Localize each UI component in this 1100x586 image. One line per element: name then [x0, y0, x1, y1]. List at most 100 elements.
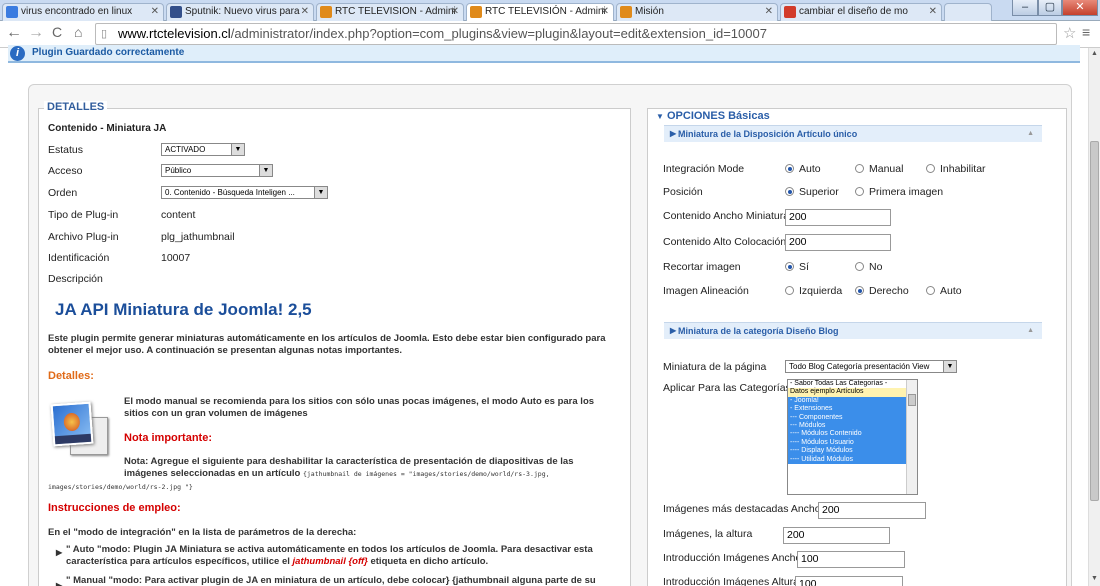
scroll-down-icon[interactable]: ▼	[1091, 575, 1098, 582]
section-title: Miniatura de la Disposición Artículo úni…	[678, 129, 858, 139]
category-option[interactable]: Datos ejemplo Artículos	[788, 388, 917, 397]
section-title: Miniatura de la categoría Diseño Blog	[678, 326, 839, 336]
description-title: JA API Miniatura de Joomla! 2,5	[55, 300, 312, 319]
recortar-no-radio[interactable]	[855, 262, 864, 271]
tab-label: RTC TELEVISION - Admini	[335, 6, 456, 17]
category-option[interactable]: ---- Módulos Usuario	[788, 438, 917, 448]
message-text: Plugin Guardado correctamente	[32, 47, 185, 58]
close-tab-icon[interactable]: ✕	[929, 4, 937, 20]
category-option[interactable]: ---- Display Módulos	[788, 447, 917, 456]
triangle-right-icon: ▶	[670, 326, 677, 335]
alineacion-auto-radio[interactable]	[926, 286, 935, 295]
browser-tab-active[interactable]: RTC TELEVISIÓN - Admini ✕	[466, 3, 614, 21]
acceso-value: Público	[165, 166, 192, 175]
radio-label: No	[869, 261, 883, 273]
maximize-icon[interactable]: ▢	[1038, 0, 1062, 16]
url-host: www.rtctelevision.cl	[118, 26, 231, 41]
tab-label: Sputnik: Nuevo virus para	[185, 6, 300, 17]
chevron-down-icon: ▼	[314, 187, 327, 198]
reload-icon[interactable]: C	[52, 24, 62, 40]
radio-label: Auto	[799, 163, 821, 175]
browser-tab[interactable]: Misión ✕	[616, 3, 778, 21]
posicion-primera-radio[interactable]	[855, 187, 864, 196]
nota-code: images/stories/demo/world/rs-2.jpg "}	[48, 483, 193, 491]
estatus-select[interactable]: ACTIVADO ▼	[161, 143, 245, 156]
ancho-input[interactable]: 200	[785, 209, 891, 226]
category-option[interactable]: - Extensiones	[788, 405, 917, 414]
system-message: i Plugin Guardado correctamente	[8, 45, 1080, 63]
posicion-superior-radio[interactable]	[785, 187, 794, 196]
minimize-icon[interactable]: ‒	[1012, 0, 1038, 16]
aplicar-label: Aplicar Para las Categorías	[663, 382, 791, 394]
categories-listbox[interactable]: - Sabor Todas Las Categorías - Datos eje…	[787, 379, 918, 495]
home-icon[interactable]: ⌂	[74, 24, 82, 40]
new-tab-button[interactable]	[944, 3, 992, 21]
nota-heading: Nota importante:	[124, 432, 212, 444]
radio-label: Manual	[869, 163, 904, 175]
browser-tab[interactable]: Sputnik: Nuevo virus para ✕	[166, 3, 314, 21]
url-bar[interactable]: ▯ www.rtctelevision.cl/administrator/ind…	[95, 23, 1057, 45]
section-single-article[interactable]: ▶ Miniatura de la Disposición Artículo ún…	[664, 125, 1042, 142]
browser-tab[interactable]: cambiar el diseño de mo ✕	[780, 3, 942, 21]
menu-icon[interactable]: ≡	[1082, 24, 1090, 40]
favicon-icon	[6, 6, 18, 18]
scroll-up-icon[interactable]: ▲	[1091, 50, 1098, 57]
category-option[interactable]: ---- Módulos Contenido	[788, 430, 917, 439]
bullet-text: etiqueta en dicho artículo.	[370, 556, 489, 567]
section-category-blog[interactable]: ▶ Miniatura de la categoría Diseño Blog ▲	[664, 322, 1042, 339]
category-option[interactable]: - Joomla!	[788, 396, 917, 406]
tipo-value: content	[161, 209, 196, 221]
altura-input[interactable]: 200	[783, 527, 890, 544]
pagina-label: Miniatura de la página	[663, 361, 767, 373]
scrollbar-thumb[interactable]	[908, 394, 916, 406]
close-tab-icon[interactable]: ✕	[765, 4, 773, 20]
integration-manual-radio[interactable]	[855, 164, 864, 173]
alineacion-izquierda-radio[interactable]	[785, 286, 794, 295]
alto-input[interactable]: 200	[785, 234, 891, 251]
detalles-heading: Detalles:	[48, 370, 94, 382]
detalles-text: El modo manual se recomienda para los si…	[124, 396, 595, 407]
browser-tab[interactable]: RTC TELEVISION - Admini ✕	[316, 3, 464, 21]
favicon-icon	[620, 6, 632, 18]
favicon-icon	[170, 6, 182, 18]
ancho-label: Contenido Ancho Miniatura	[663, 210, 790, 222]
alineacion-label: Imagen Alineación	[663, 285, 749, 297]
close-window-icon[interactable]: ✕	[1062, 0, 1098, 16]
estatus-value: ACTIVADO	[165, 145, 206, 154]
back-icon[interactable]: ←	[6, 24, 22, 42]
category-option[interactable]: --- Componentes	[788, 413, 917, 422]
scrollbar-thumb[interactable]	[1090, 141, 1099, 501]
acceso-select[interactable]: Público ▼	[161, 164, 273, 177]
options-title: OPCIONES Básicas	[666, 110, 770, 122]
recortar-si-radio[interactable]	[785, 262, 794, 271]
chevron-down-icon: ▼	[259, 165, 272, 176]
intro-altura-input[interactable]: 100	[795, 576, 903, 586]
orden-select[interactable]: 0. Contenido - Búsqueda Inteligen ... ▼	[161, 186, 328, 199]
close-tab-icon[interactable]: ✕	[601, 4, 609, 20]
favicon-icon	[784, 6, 796, 18]
pagina-select[interactable]: Todo Blog Categoría presentación View ▼	[785, 360, 957, 373]
destacadas-ancho-input[interactable]: 200	[818, 502, 926, 519]
close-tab-icon[interactable]: ✕	[151, 4, 159, 20]
collapse-icon[interactable]: ▲	[1027, 323, 1034, 339]
tab-label: cambiar el diseño de mo	[799, 6, 908, 17]
category-option[interactable]: ---- Utilidad Módulos	[788, 455, 917, 464]
integration-auto-radio[interactable]	[785, 164, 794, 173]
alineacion-derecho-radio[interactable]	[855, 286, 864, 295]
category-option[interactable]: - Sabor Todas Las Categorías -	[788, 380, 917, 388]
forward-icon[interactable]: →	[28, 24, 44, 42]
intro-altura-label: Introducción Imágenes Altura	[663, 576, 799, 586]
nota-text: imágenes seleccionadas en un artículo	[124, 468, 301, 479]
bookmark-star-icon[interactable]: ☆	[1063, 24, 1076, 42]
category-option[interactable]: --- Módulos	[788, 421, 917, 431]
options-header[interactable]: ▼ OPCIONES Básicas	[656, 110, 770, 122]
close-tab-icon[interactable]: ✕	[301, 4, 309, 20]
collapse-icon[interactable]: ▲	[1027, 126, 1034, 142]
intro-ancho-input[interactable]: 100	[797, 551, 905, 568]
close-tab-icon[interactable]: ✕	[451, 4, 459, 20]
page-scrollbar[interactable]: ▲ ▼	[1088, 48, 1100, 586]
integration-inhabilitar-radio[interactable]	[926, 164, 935, 173]
listbox-scrollbar[interactable]	[906, 380, 917, 494]
alto-label: Contenido Alto Colocación	[663, 236, 787, 248]
browser-tab[interactable]: virus encontrado en linux ✕	[2, 3, 164, 21]
